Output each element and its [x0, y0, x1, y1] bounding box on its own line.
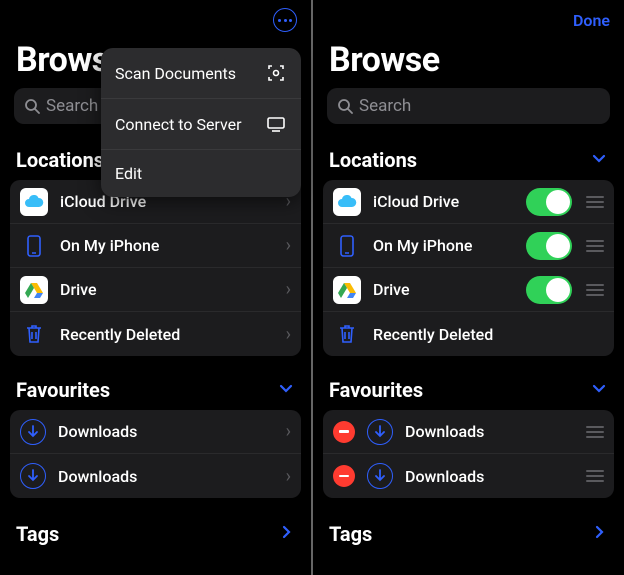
display-icon: [265, 113, 287, 135]
row-label: On My iPhone: [373, 236, 526, 255]
menu-label: Scan Documents: [115, 64, 236, 83]
section-title: Tags: [329, 522, 372, 546]
row-label: Drive: [60, 280, 280, 299]
search-input[interactable]: Search: [327, 88, 610, 124]
chevron-right-icon: ›: [286, 421, 291, 442]
favourites-group-edit: Downloads Downloads: [323, 410, 614, 498]
section-locations-header[interactable]: Locations: [313, 142, 624, 180]
download-icon: [367, 419, 393, 445]
favourites-group: Downloads › Downloads ›: [10, 410, 301, 498]
icloud-icon: [20, 188, 48, 216]
list-item-downloads: Downloads: [323, 410, 614, 454]
more-button[interactable]: [273, 8, 297, 32]
locations-group: iCloud Drive › On My iPhone › Drive › Re…: [10, 180, 301, 356]
chevron-down-icon: [590, 379, 608, 401]
row-label: Downloads: [58, 422, 280, 441]
toggle-iphone[interactable]: [526, 232, 572, 260]
chevron-right-icon: [590, 523, 608, 545]
pane-right: Done Browse Search Locations iCloud Driv…: [313, 0, 624, 575]
sidebar-item-downloads[interactable]: Downloads ›: [10, 454, 301, 498]
search-icon: [24, 98, 40, 114]
row-label: Downloads: [405, 467, 586, 486]
list-item-icloud: iCloud Drive: [323, 180, 614, 224]
search-placeholder: Search: [359, 96, 411, 116]
locations-group-edit: iCloud Drive On My iPhone Drive Recently: [323, 180, 614, 356]
pane-left: Browse Search Scan Documents Connect to …: [0, 0, 311, 575]
list-item-recently-deleted: Recently Deleted: [323, 312, 614, 356]
top-bar-left: [0, 0, 311, 40]
gdrive-icon: [333, 276, 361, 304]
chevron-right-icon: ›: [286, 279, 291, 300]
chevron-down-icon: [590, 149, 608, 171]
done-button[interactable]: Done: [573, 11, 610, 30]
row-label: Drive: [373, 280, 526, 299]
section-tags-header[interactable]: Tags: [313, 514, 624, 554]
sidebar-item-drive[interactable]: Drive ›: [10, 268, 301, 312]
drag-handle-icon[interactable]: [586, 240, 604, 252]
trash-icon: [20, 320, 48, 348]
menu-connect-server[interactable]: Connect to Server: [101, 99, 301, 150]
search-placeholder: Search: [46, 96, 98, 116]
section-title: Locations: [329, 148, 417, 172]
row-label: Recently Deleted: [373, 325, 604, 344]
row-label: Downloads: [58, 467, 280, 486]
download-icon: [20, 463, 46, 489]
download-icon: [367, 463, 393, 489]
icloud-icon: [333, 188, 361, 216]
iphone-icon: [20, 232, 48, 260]
section-title: Favourites: [329, 378, 423, 402]
sidebar-item-iphone[interactable]: On My iPhone ›: [10, 224, 301, 268]
menu-label: Edit: [115, 164, 142, 183]
section-title: Tags: [16, 522, 59, 546]
chevron-right-icon: ›: [286, 466, 291, 487]
drag-handle-icon[interactable]: [586, 196, 604, 208]
page-title: Browse: [313, 40, 624, 88]
row-label: iCloud Drive: [373, 192, 526, 211]
remove-button[interactable]: [333, 465, 355, 487]
section-favourites-header[interactable]: Favourites: [313, 372, 624, 410]
sidebar-item-downloads[interactable]: Downloads ›: [10, 410, 301, 454]
sidebar-item-recently-deleted[interactable]: Recently Deleted ›: [10, 312, 301, 356]
drag-handle-icon[interactable]: [586, 426, 604, 438]
drag-handle-icon[interactable]: [586, 470, 604, 482]
chevron-right-icon: ›: [286, 324, 291, 345]
gdrive-icon: [20, 276, 48, 304]
row-label: Downloads: [405, 422, 586, 441]
row-label: On My iPhone: [60, 236, 280, 255]
drag-handle-icon[interactable]: [586, 284, 604, 296]
top-bar-right: Done: [313, 0, 624, 40]
iphone-icon: [333, 232, 361, 260]
section-title: Favourites: [16, 378, 110, 402]
menu-edit[interactable]: Edit: [101, 150, 301, 197]
context-menu: Scan Documents Connect to Server Edit: [101, 48, 301, 197]
menu-scan-documents[interactable]: Scan Documents: [101, 48, 301, 99]
list-item-iphone: On My iPhone: [323, 224, 614, 268]
section-title: Locations: [16, 148, 104, 172]
toggle-icloud[interactable]: [526, 188, 572, 216]
remove-button[interactable]: [333, 421, 355, 443]
list-item-drive: Drive: [323, 268, 614, 312]
viewfinder-icon: [265, 62, 287, 84]
menu-label: Connect to Server: [115, 115, 242, 134]
section-favourites-header[interactable]: Favourites: [0, 372, 311, 410]
search-icon: [337, 98, 353, 114]
section-tags-header[interactable]: Tags: [0, 514, 311, 554]
chevron-down-icon: [277, 379, 295, 401]
download-icon: [20, 419, 46, 445]
toggle-drive[interactable]: [526, 276, 572, 304]
list-item-downloads: Downloads: [323, 454, 614, 498]
row-label: Recently Deleted: [60, 325, 280, 344]
chevron-right-icon: ›: [286, 235, 291, 256]
trash-icon: [333, 320, 361, 348]
chevron-right-icon: [277, 523, 295, 545]
